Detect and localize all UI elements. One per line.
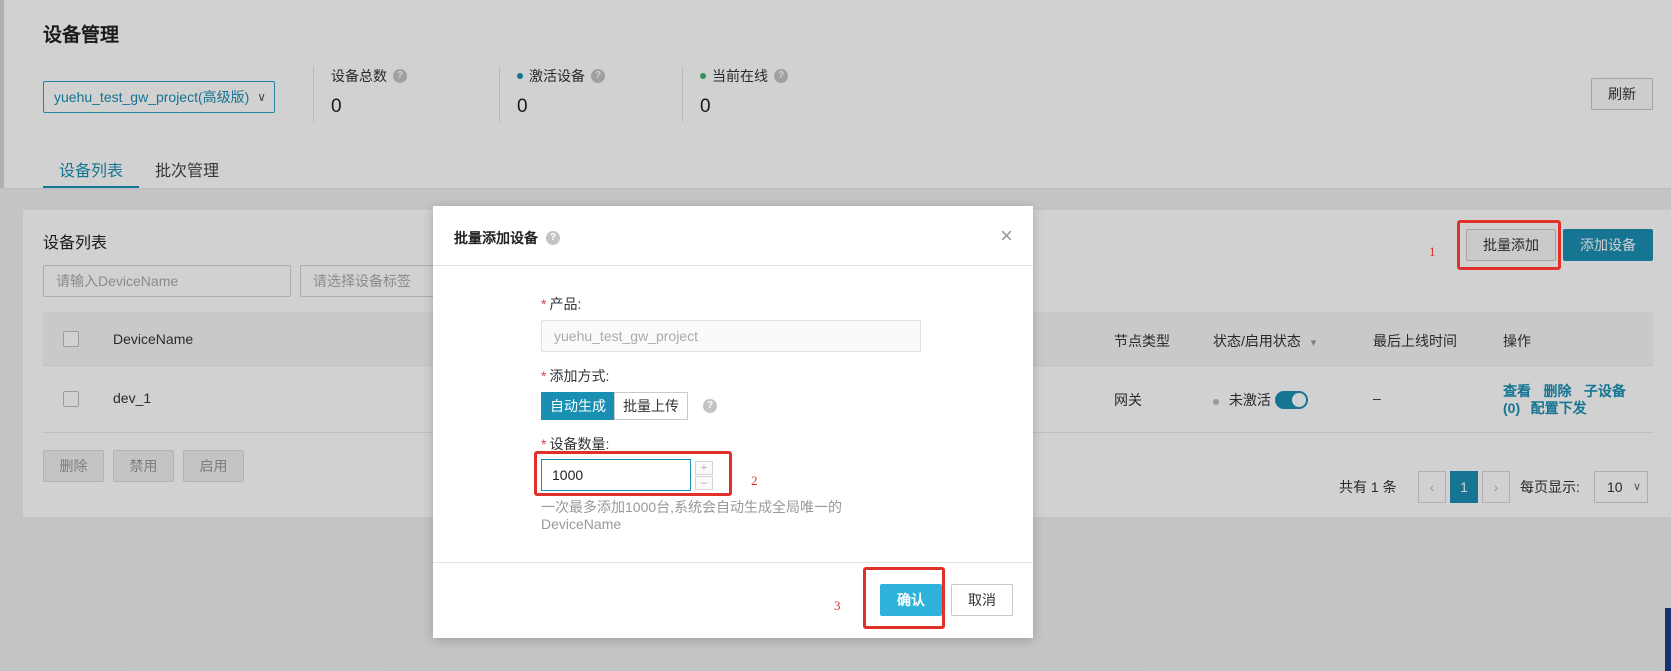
annotation-box-step1 — [1457, 220, 1561, 270]
annotation-step3-number: 3 — [834, 598, 841, 613]
method-label-text: 添加方式: — [549, 368, 610, 384]
annotation-box-step3 — [863, 567, 945, 629]
dialog-header-divider — [433, 265, 1033, 266]
required-marker: * — [541, 436, 547, 452]
annotation-step1-number: 1 — [1429, 244, 1436, 259]
dialog-title-text: 批量添加设备 — [454, 230, 538, 246]
count-label-text: 设备数量: — [549, 436, 610, 452]
method-label: * 添加方式: — [541, 366, 609, 386]
required-marker: * — [541, 368, 547, 384]
dialog-footer-divider — [433, 562, 1033, 563]
help-icon[interactable]: ? — [703, 399, 717, 413]
method-auto-generate[interactable]: 自动生成 — [541, 392, 615, 420]
close-icon[interactable]: × — [1000, 223, 1013, 249]
annotation-box-step2 — [534, 451, 732, 496]
count-hint: 一次最多添加1000台,系统会自动生成全局唯一的DeviceName — [541, 499, 843, 532]
annotation-step2-number: 2 — [751, 473, 758, 488]
product-label-text: 产品: — [549, 296, 582, 312]
method-batch-upload[interactable]: 批量上传 — [614, 392, 688, 420]
dialog-title: 批量添加设备 ? — [454, 228, 560, 248]
product-field: yuehu_test_gw_project — [541, 320, 921, 352]
product-label: * 产品: — [541, 294, 581, 314]
help-icon[interactable]: ? — [546, 231, 560, 245]
cancel-button[interactable]: 取消 — [951, 584, 1013, 616]
required-marker: * — [541, 296, 547, 312]
